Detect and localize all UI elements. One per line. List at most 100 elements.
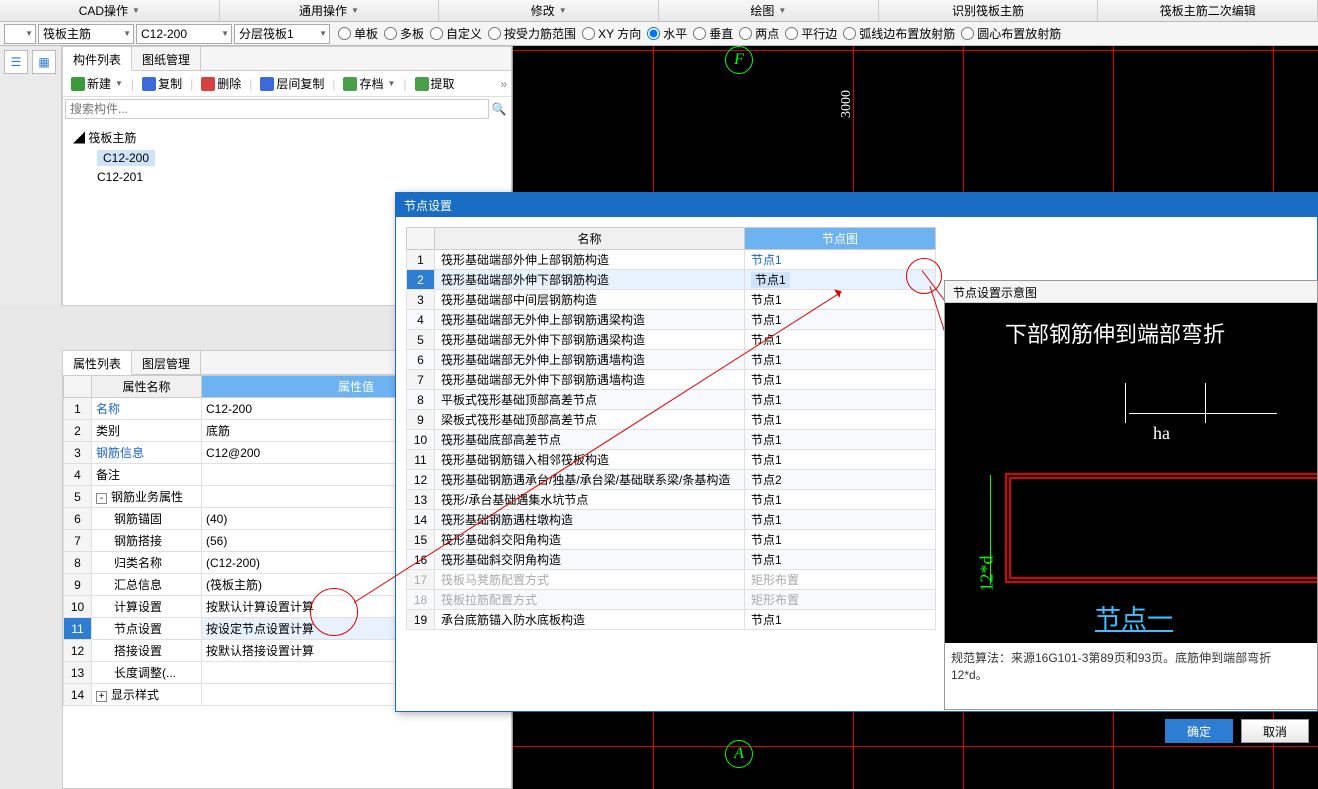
- chevron-down-icon: ▼: [221, 29, 229, 38]
- tab-layer-mgmt[interactable]: 图层管理: [132, 351, 201, 374]
- node-row[interactable]: 16筏形基础斜交阴角构造节点1: [407, 550, 936, 570]
- tool-icon: [260, 77, 274, 91]
- radioradio-1[interactable]: 多板: [384, 25, 424, 42]
- combo-spec[interactable]: C12-200▼: [136, 24, 232, 44]
- tree-item-c12-200[interactable]: C12-200: [73, 148, 501, 168]
- tool-1[interactable]: 复制: [138, 73, 186, 94]
- menu-draw[interactable]: 绘图▼: [659, 0, 879, 21]
- dimension-3000: 3000: [839, 90, 855, 118]
- radioradio-7[interactable]: 两点: [739, 25, 779, 42]
- chevron-down-icon: ▼: [351, 6, 359, 15]
- node-row[interactable]: 5筏形基础端部无外伸下部钢筋遇梁构造节点1: [407, 330, 936, 350]
- chevron-down-icon: ▼: [25, 29, 33, 38]
- search-icon[interactable]: 🔍: [489, 102, 509, 116]
- chevron-down-icon: ▼: [115, 79, 123, 88]
- node-row[interactable]: 14筏形基础钢筋遇柱墩构造节点1: [407, 510, 936, 530]
- grid-icon: ▦: [38, 55, 49, 69]
- tool-icon: [415, 77, 429, 91]
- tree-root[interactable]: ◢ 筏板主筋: [73, 127, 501, 148]
- node-row[interactable]: 4筏形基础端部无外伸上部钢筋遇梁构造节点1: [407, 310, 936, 330]
- view-grid-button[interactable]: ▦: [32, 50, 56, 74]
- ok-button[interactable]: 确定: [1165, 719, 1233, 743]
- menu-cad[interactable]: CAD操作▼: [0, 0, 220, 21]
- col-node-name: 名称: [435, 228, 745, 250]
- node-row[interactable]: 11筏形基础钢筋锚入相邻筏板构造节点1: [407, 450, 936, 470]
- preview-headline: 下部钢筋伸到端部弯折: [1005, 317, 1225, 349]
- menubar: CAD操作▼ 通用操作▼ 修改▼ 绘图▼ 识别筏板主筋 筏板主筋二次编辑: [0, 0, 1318, 22]
- expand-icon[interactable]: +: [96, 691, 107, 702]
- axis-mark-f: F: [725, 46, 753, 74]
- tree-item-c12-201[interactable]: C12-201: [73, 168, 501, 186]
- axis-mark-a: A: [725, 740, 753, 768]
- preview-title: 节点设置示意图: [945, 281, 1317, 303]
- tool-icon: [343, 77, 357, 91]
- node-preview-panel: 节点设置示意图 下部钢筋伸到端部弯折 ha 12*d 节点一 规范算法：来源16…: [944, 280, 1318, 710]
- tool-3[interactable]: 层间复制: [256, 73, 328, 94]
- combo-blank[interactable]: ▼: [4, 24, 36, 44]
- node-row[interactable]: 3筏形基础端部中间层钢筋构造节点1: [407, 290, 936, 310]
- node-row[interactable]: 12筏形基础钢筋遇承台/独基/承台梁/基础联系梁/条基构造节点2: [407, 470, 936, 490]
- view-list-button[interactable]: ☰: [4, 50, 28, 74]
- radioradio-8[interactable]: 平行边: [785, 25, 837, 42]
- chevron-down-icon: ▼: [778, 6, 786, 15]
- tab-property-list[interactable]: 属性列表: [63, 351, 132, 375]
- tab-component-list[interactable]: 构件列表: [63, 47, 132, 71]
- menu-secondary-edit[interactable]: 筏板主筋二次编辑: [1098, 0, 1318, 21]
- node-row[interactable]: 2筏形基础端部外伸下部钢筋构造节点1: [407, 270, 936, 290]
- node-row[interactable]: 10筏形基础底部高差节点节点1: [407, 430, 936, 450]
- tab-drawing-mgmt[interactable]: 图纸管理: [132, 47, 201, 70]
- chevron-down-icon: ▼: [123, 29, 131, 38]
- radioradio-6[interactable]: 垂直: [693, 25, 733, 42]
- combo-layer[interactable]: 分层筏板1▼: [234, 24, 330, 44]
- option-bar: ▼ 筏板主筋▼ C12-200▼ 分层筏板1▼ 单板多板自定义按受力筋范围 XY …: [0, 22, 1318, 46]
- chevron-down-icon: ▼: [559, 6, 567, 15]
- tool-5[interactable]: 提取: [411, 73, 459, 94]
- node-row[interactable]: 7筏形基础端部无外伸下部钢筋遇墙构造节点1: [407, 370, 936, 390]
- menu-modify[interactable]: 修改▼: [439, 0, 659, 21]
- collapse-icon[interactable]: -: [96, 493, 107, 504]
- combo-component-type[interactable]: 筏板主筋▼: [38, 24, 134, 44]
- tool-0[interactable]: 新建▼: [67, 73, 127, 94]
- col-node-img: 节点图: [745, 228, 936, 250]
- overflow-icon[interactable]: »: [500, 77, 507, 91]
- collapse-icon: ◢: [73, 131, 85, 145]
- radioradio-5[interactable]: 水平: [647, 25, 687, 42]
- node-row[interactable]: 9梁板式筏形基础顶部高差节点节点1: [407, 410, 936, 430]
- preview-label-12d: 12*d: [977, 556, 998, 592]
- menu-general[interactable]: 通用操作▼: [220, 0, 440, 21]
- radioradio-0[interactable]: 单板: [338, 25, 378, 42]
- tool-4[interactable]: 存档▼: [339, 73, 399, 94]
- node-row[interactable]: 19承台底筋锚入防水底板构造节点1: [407, 610, 936, 630]
- preview-canvas: 下部钢筋伸到端部弯折 ha 12*d 节点一: [945, 303, 1317, 643]
- node-row[interactable]: 6筏形基础端部无外伸上部钢筋遇墙构造节点1: [407, 350, 936, 370]
- node-row[interactable]: 17筏板马凳筋配置方式矩形布置: [407, 570, 936, 590]
- node-row[interactable]: 15筏形基础斜交阳角构造节点1: [407, 530, 936, 550]
- tool-icon: [201, 77, 215, 91]
- node-row[interactable]: 18筏板拉筋配置方式矩形布置: [407, 590, 936, 610]
- radioradio-3[interactable]: 按受力筋范围: [488, 25, 576, 42]
- preview-node-label: 节点一: [1095, 599, 1173, 636]
- chevron-down-icon: ▼: [388, 79, 396, 88]
- menu-recognize[interactable]: 识别筏板主筋: [879, 0, 1099, 21]
- node-table: 名称节点图 1筏形基础端部外伸上部钢筋构造节点12筏形基础端部外伸下部钢筋构造节…: [406, 227, 936, 630]
- radioradio-4[interactable]: XY 方向: [582, 25, 641, 42]
- col-prop-name: 属性名称: [92, 376, 202, 398]
- node-row[interactable]: 8平板式筏形基础顶部高差节点节点1: [407, 390, 936, 410]
- preview-caption: 规范算法：来源16G101-3第89页和93页。底筋伸到端部弯折 12*d。: [945, 643, 1317, 689]
- search-input[interactable]: [65, 99, 489, 119]
- dialog-title: 节点设置: [396, 193, 1317, 217]
- mini-toolbar: ☰ ▦: [0, 46, 62, 306]
- list-icon: ☰: [11, 55, 22, 69]
- tool-2[interactable]: 删除: [197, 73, 245, 94]
- node-row[interactable]: 13筏形/承台基础遇集水坑节点节点1: [407, 490, 936, 510]
- tool-icon: [142, 77, 156, 91]
- tool-icon: [71, 77, 85, 91]
- radioradio-2[interactable]: 自定义: [430, 25, 482, 42]
- chevron-down-icon: ▼: [319, 29, 327, 38]
- cancel-button[interactable]: 取消: [1241, 719, 1309, 743]
- radioradio-9[interactable]: 弧线边布置放射筋: [843, 25, 955, 42]
- chevron-down-icon: ▼: [132, 6, 140, 15]
- node-row[interactable]: 1筏形基础端部外伸上部钢筋构造节点1: [407, 250, 936, 270]
- radioradio-10[interactable]: 圆心布置放射筋: [961, 25, 1061, 42]
- preview-label-ha: ha: [1153, 423, 1170, 444]
